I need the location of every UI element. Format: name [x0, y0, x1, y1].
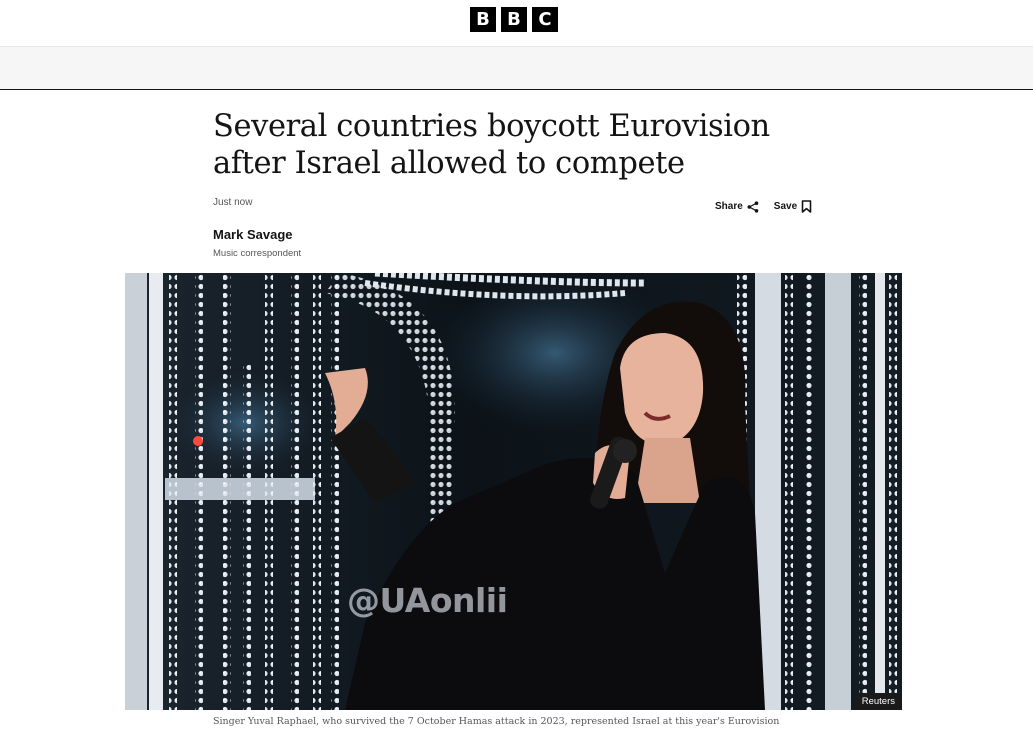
image-watermark: @UAonlii: [347, 581, 508, 620]
navigation-bar: [0, 47, 1033, 90]
bookmark-icon: [801, 200, 812, 213]
logo-letter-c: C: [532, 7, 558, 32]
save-button[interactable]: Save: [774, 200, 812, 213]
author-role: Music correspondent: [213, 248, 302, 259]
site-header: B B C: [0, 0, 1033, 47]
logo-letter-b2: B: [501, 7, 527, 32]
article-headline: Several countries boycott Eurovision aft…: [213, 109, 770, 181]
stage-photo: [125, 273, 902, 710]
image-caption: Singer Yuval Raphael, who survived the 7…: [213, 716, 780, 727]
article-actions: Share Save: [715, 200, 812, 213]
logo-letter-b1: B: [470, 7, 496, 32]
save-label: Save: [773, 201, 798, 212]
article-image: @UAonlii Reuters: [125, 273, 902, 710]
share-button[interactable]: Share: [715, 200, 759, 213]
image-credit: Reuters: [854, 693, 902, 710]
bbc-logo[interactable]: B B C: [470, 7, 558, 32]
share-label: Share: [715, 201, 743, 212]
author-name[interactable]: Mark Savage: [213, 227, 293, 242]
share-icon: [747, 200, 759, 213]
article-timestamp: Just now: [213, 197, 253, 208]
